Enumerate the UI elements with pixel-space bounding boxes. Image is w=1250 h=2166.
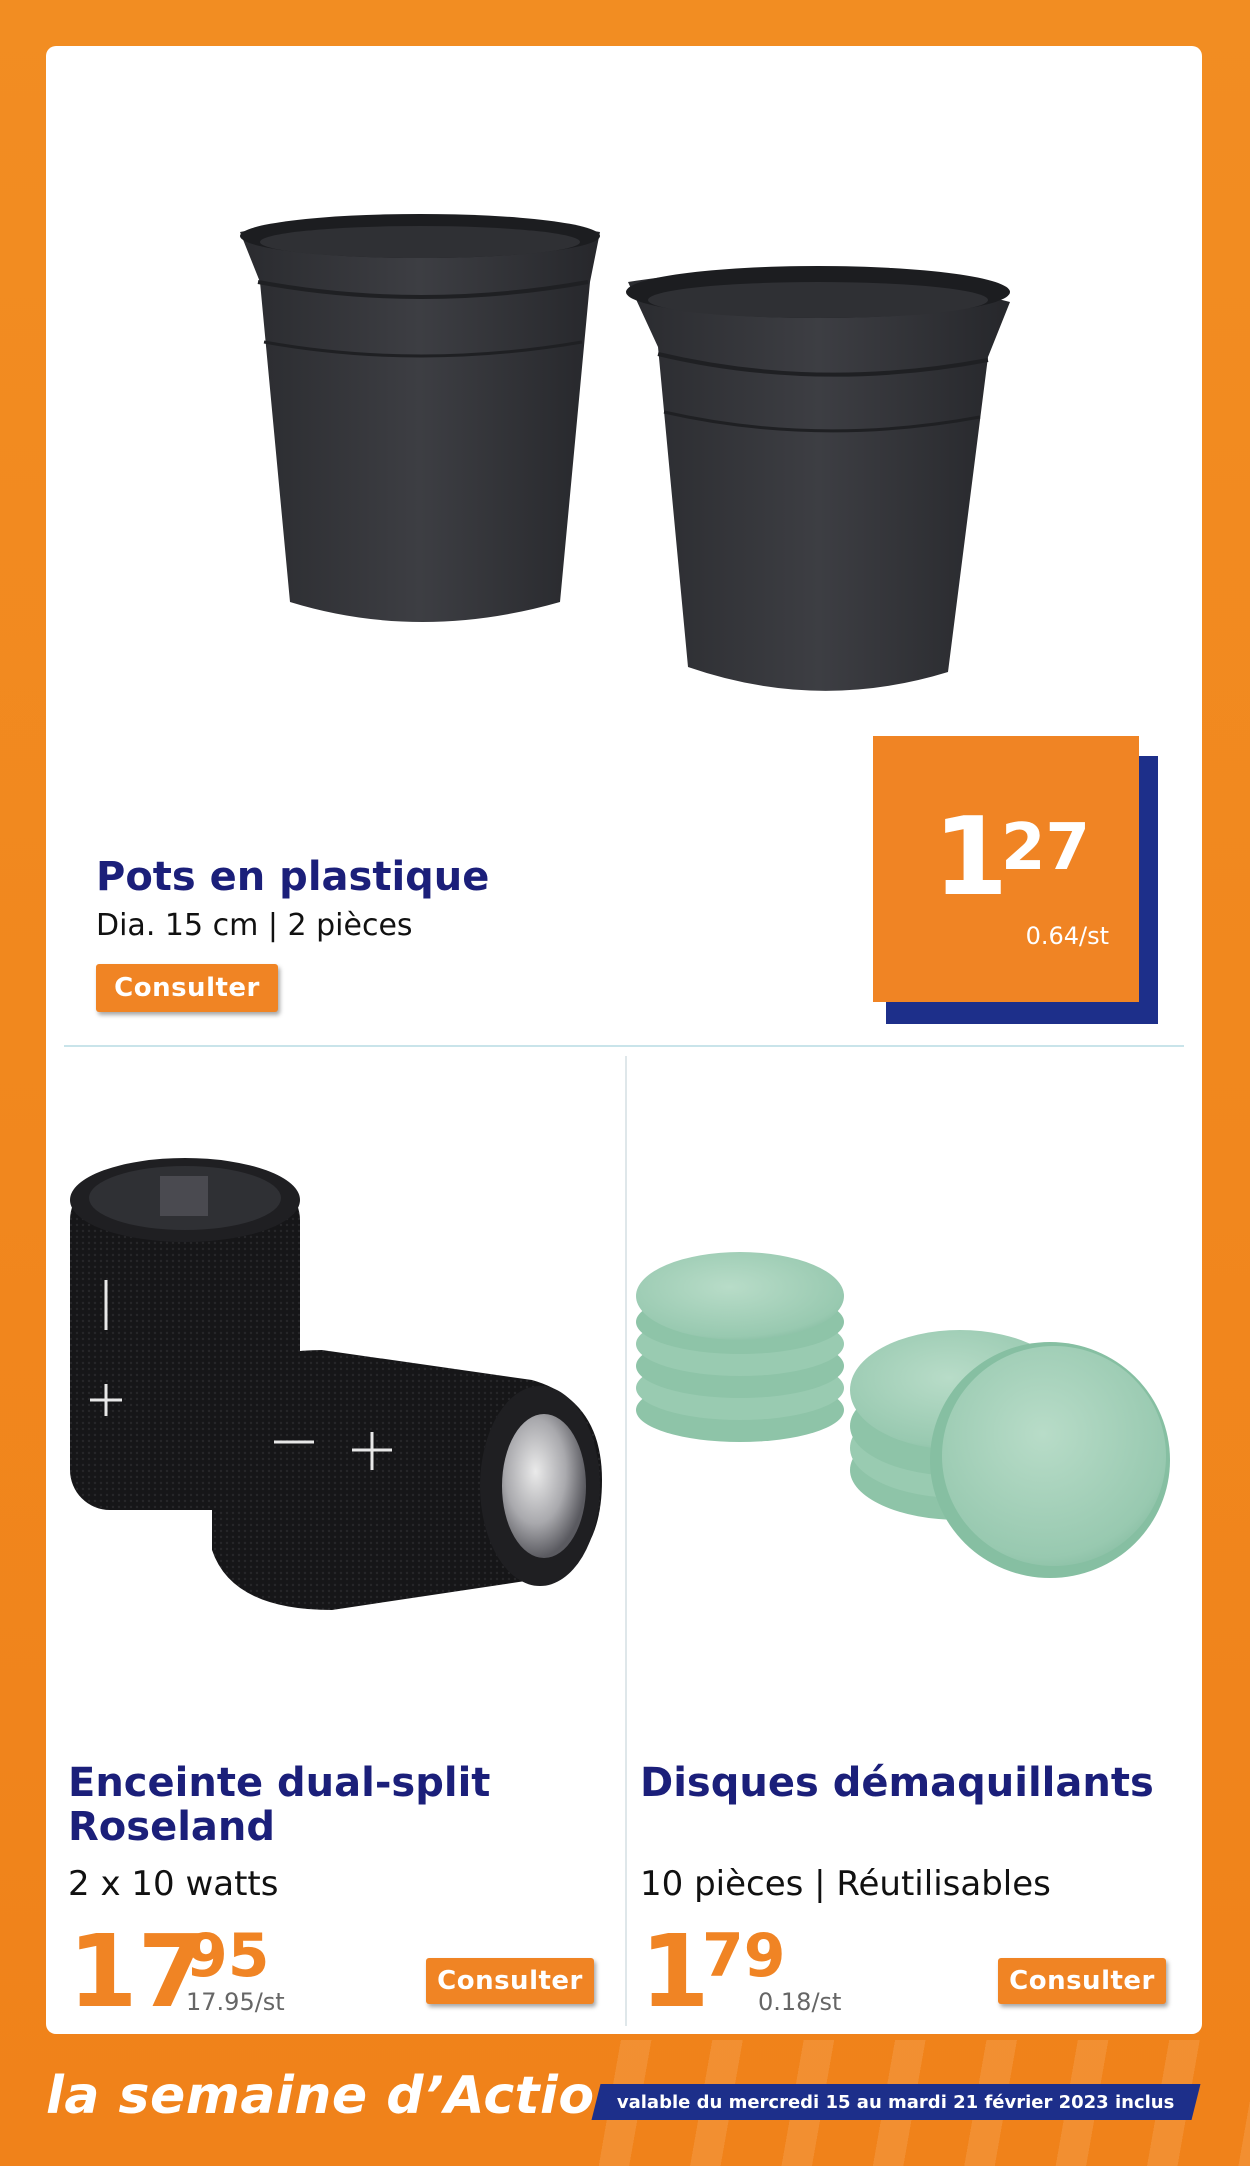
makeup-pads-image [636,1252,1170,1578]
pot-left [240,214,600,622]
footer-brand-text: la semaine d’Action [46,2066,633,2126]
unit-price-speaker: 17.95/st [186,1988,285,2016]
price-integer-pads: 1 [640,1913,710,2030]
product-title-pots: Pots en plastique [96,854,490,900]
pot-right [626,266,1010,691]
vertical-divider [625,1056,627,2026]
pads-stack-right [850,1330,1170,1578]
consult-button-pots[interactable]: Consulter [96,964,278,1012]
price-integer: 1 [933,795,1009,920]
price-box-pots: 1 27 0.64/st [873,736,1139,1002]
speaker-lying [212,1350,602,1610]
product-title-speaker-line1: Enceinte dual-split [68,1760,491,1806]
price-decimal-pads: 79 [702,1921,786,1991]
product-details-pots: Dia. 15 cm | 2 pièces [96,908,413,943]
price-decimal-speaker: 95 [186,1921,270,1991]
product-details-pads: 10 pièces | Réutilisables [640,1864,1051,1904]
consult-button-speaker[interactable]: Consulter [426,1958,594,2004]
unit-price-pads: 0.18/st [758,1988,842,2016]
validity-banner: valable du mercredi 15 au mardi 21 févri… [591,2084,1201,2120]
price-decimal: 27 [1001,811,1091,885]
horizontal-divider [64,1045,1184,1047]
plastic-pots-image [240,214,1010,691]
product-details-speaker: 2 x 10 watts [68,1864,279,1904]
unit-price: 0.64/st [1025,922,1109,950]
product-title-pads: Disques démaquillants [640,1760,1154,1806]
validity-text: valable du mercredi 15 au mardi 21 févri… [617,2091,1175,2113]
pads-stack-left [636,1252,844,1442]
consult-button-pads[interactable]: Consulter [998,1958,1166,2004]
speaker-image [70,1158,602,1610]
product-title-speaker-line2: Roseland [68,1804,276,1850]
